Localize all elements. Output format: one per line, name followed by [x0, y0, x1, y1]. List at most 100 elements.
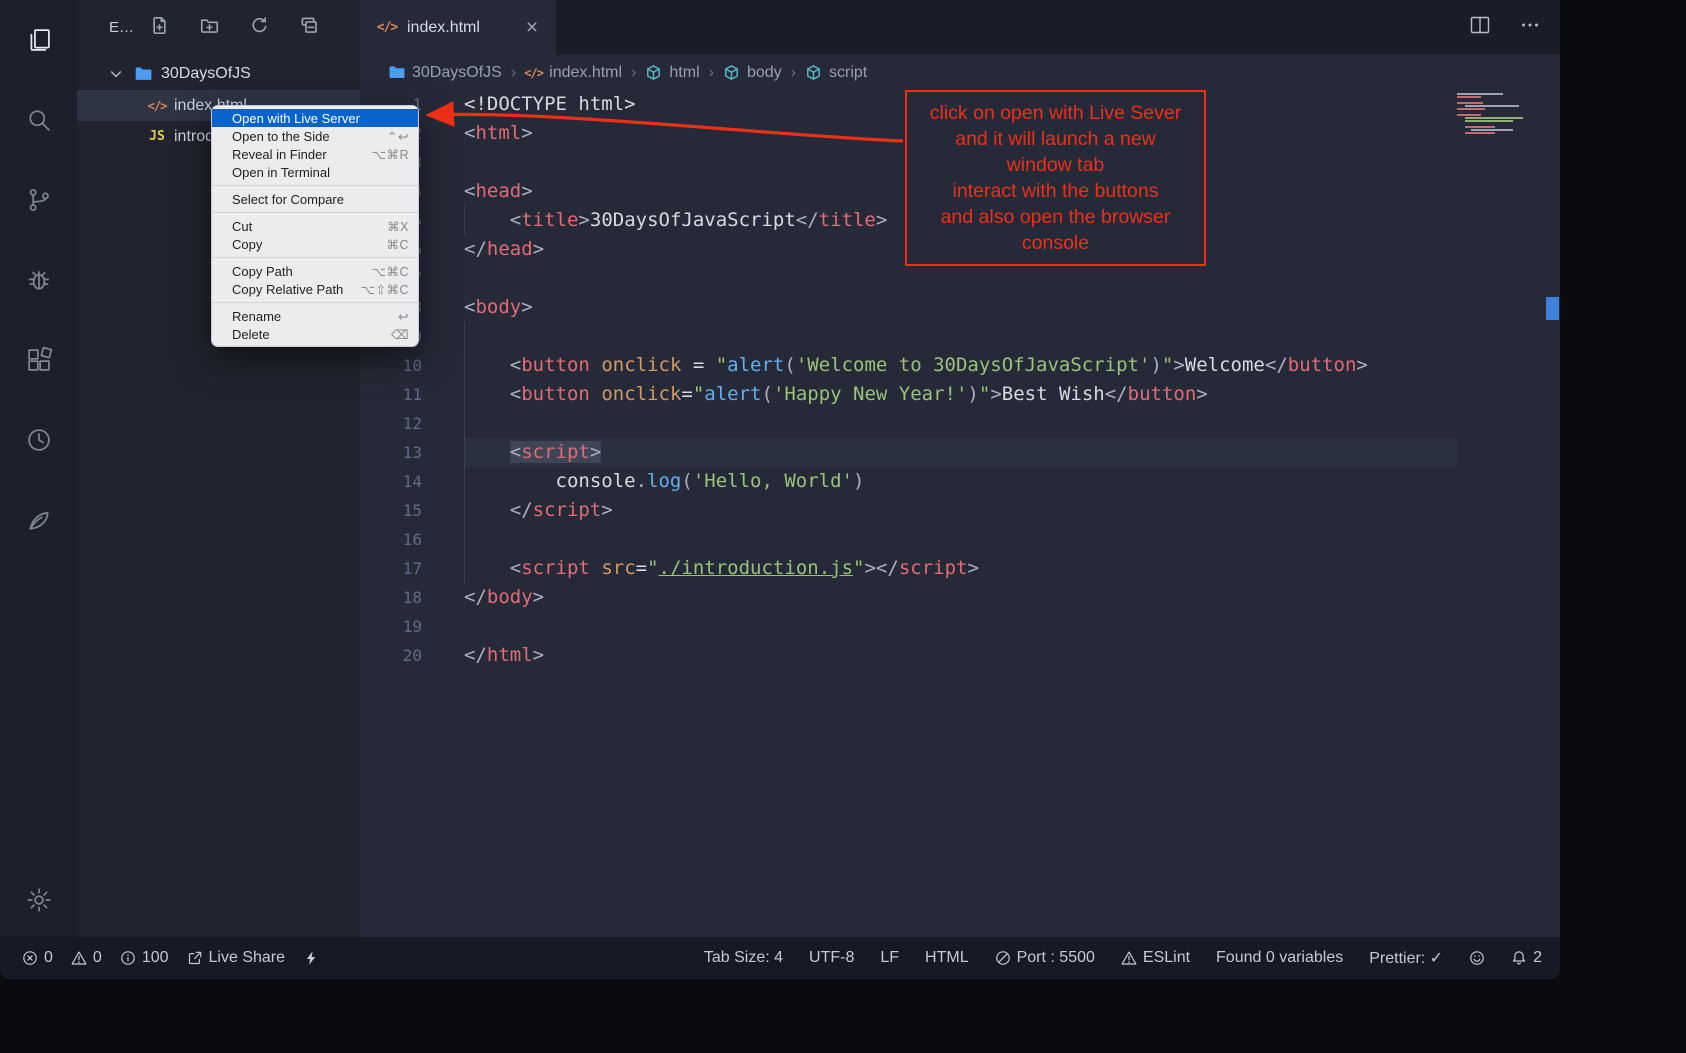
line-content: console.log('Hello, World')	[464, 467, 1457, 496]
status-warnings[interactable]: 0	[71, 949, 102, 967]
line-number: 11	[360, 380, 422, 409]
port-slash-icon	[995, 950, 1011, 966]
lightning-icon	[303, 950, 319, 966]
status-tab-size[interactable]: Tab Size: 4	[704, 949, 783, 967]
new-file-button[interactable]	[150, 16, 169, 40]
status-eol[interactable]: LF	[880, 949, 899, 967]
status-live-share[interactable]: Live Share	[187, 949, 286, 967]
menu-item-rename[interactable]: Rename↩	[212, 307, 418, 325]
new-file-icon	[150, 16, 169, 35]
sidebar-title: E…	[109, 19, 134, 36]
breadcrumb-item-script[interactable]: script	[805, 64, 867, 82]
status-quick-action[interactable]	[303, 950, 319, 966]
code-line-7[interactable]: 7	[360, 264, 1560, 293]
activity-item-explorer[interactable]	[15, 16, 63, 64]
more-actions-icon	[1518, 13, 1542, 37]
activity-item-extensions[interactable]	[15, 336, 63, 384]
activity-item-feedback[interactable]	[15, 496, 63, 544]
status-variables[interactable]: Found 0 variables	[1216, 949, 1343, 967]
activity-item-source-control[interactable]	[15, 176, 63, 224]
split-editor-button[interactable]	[1468, 13, 1492, 42]
tab-index-html[interactable]: </>index.html×	[360, 0, 556, 55]
code-line-9[interactable]: 9	[360, 322, 1560, 351]
context-menu: Open with Live ServerOpen to the Side⌃↩R…	[211, 105, 419, 347]
menu-item-copy-relative-path[interactable]: Copy Relative Path⌥⇧⌘C	[212, 280, 418, 298]
code-icon: </>	[525, 64, 542, 81]
breadcrumb-item-30daysofjs[interactable]: 30DaysOfJS	[388, 64, 502, 82]
status-eslint[interactable]: ESLint	[1121, 949, 1190, 967]
new-folder-button[interactable]	[200, 16, 219, 40]
search-icon	[25, 106, 53, 134]
menu-item-copy[interactable]: Copy⌘C	[212, 235, 418, 253]
menu-item-open-to-the-side[interactable]: Open to the Side⌃↩	[212, 127, 418, 145]
js-icon: JS	[149, 129, 165, 145]
line-number: 20	[360, 641, 422, 670]
menu-separator	[212, 185, 418, 186]
status-language[interactable]: HTML	[925, 949, 969, 967]
tab-bar: </>index.html×	[360, 0, 1560, 55]
activity-item-history[interactable]	[15, 416, 63, 464]
sidebar-actions	[150, 16, 319, 40]
activity-item-search[interactable]	[15, 96, 63, 144]
warning-icon	[1121, 950, 1137, 966]
line-content: </html>	[464, 641, 1457, 670]
breadcrumb-item-html[interactable]: html	[645, 64, 699, 82]
code-line-13[interactable]: 13 <script>	[360, 438, 1560, 467]
code-line-8[interactable]: 8<body>	[360, 293, 1560, 322]
menu-item-copy-path[interactable]: Copy Path⌥⌘C	[212, 262, 418, 280]
code-line-12[interactable]: 12	[360, 409, 1560, 438]
folder-icon	[134, 65, 152, 83]
menu-item-open-in-terminal[interactable]: Open in Terminal	[212, 163, 418, 181]
menu-item-open-with-live-server[interactable]: Open with Live Server	[212, 109, 418, 127]
status-notifications[interactable]: 2	[1511, 949, 1542, 967]
menu-item-cut[interactable]: Cut⌘X	[212, 217, 418, 235]
code-line-17[interactable]: 17 <script src="./introduction.js"></scr…	[360, 554, 1560, 583]
activity-item-settings[interactable]	[15, 876, 63, 924]
status-info[interactable]: 100	[120, 949, 169, 967]
line-content	[464, 264, 1457, 293]
tab-label: index.html	[407, 19, 512, 37]
symbol-cube-icon	[723, 64, 740, 81]
code-line-16[interactable]: 16	[360, 525, 1560, 554]
breadcrumb-separator: ›	[791, 64, 796, 82]
line-number: 12	[360, 409, 422, 438]
code-line-14[interactable]: 14 console.log('Hello, World')	[360, 467, 1560, 496]
files-icon	[25, 26, 53, 54]
line-number: 10	[360, 351, 422, 380]
line-content: <button onclick="alert('Happy New Year!'…	[464, 380, 1457, 409]
tree-item-root-folder[interactable]: 30DaysOfJS	[77, 57, 360, 90]
menu-item-select-for-compare[interactable]: Select for Compare	[212, 190, 418, 208]
pen-icon	[25, 506, 53, 534]
status-encoding[interactable]: UTF-8	[809, 949, 854, 967]
activity-bar	[0, 0, 77, 937]
chevron-down-icon	[107, 65, 125, 83]
status-feedback[interactable]	[1469, 950, 1485, 966]
breadcrumb-item-body[interactable]: body	[723, 64, 782, 82]
menu-item-delete[interactable]: Delete⌫	[212, 325, 418, 343]
status-errors[interactable]: 0	[22, 949, 53, 967]
collapse-folders-button[interactable]	[300, 16, 319, 40]
code-line-18[interactable]: 18</body>	[360, 583, 1560, 612]
code-line-15[interactable]: 15 </script>	[360, 496, 1560, 525]
menu-item-reveal-in-finder[interactable]: Reveal in Finder⌥⌘R	[212, 145, 418, 163]
tab-close-button[interactable]: ×	[522, 18, 542, 38]
sidebar-header: E…	[77, 0, 360, 55]
code-line-11[interactable]: 11 <button onclick="alert('Happy New Yea…	[360, 380, 1560, 409]
breadcrumb-separator: ›	[511, 64, 516, 82]
status-prettier[interactable]: Prettier: ✓	[1369, 948, 1443, 968]
info-icon	[120, 950, 136, 966]
breadcrumb-item-index-html[interactable]: </>index.html	[525, 64, 622, 82]
code-line-19[interactable]: 19	[360, 612, 1560, 641]
code-line-20[interactable]: 20 </html>	[360, 641, 1560, 670]
line-content	[464, 612, 1457, 641]
status-port[interactable]: Port : 5500	[995, 949, 1095, 967]
breadcrumb-separator: ›	[631, 64, 636, 82]
line-number: 14	[360, 467, 422, 496]
collapse-all-icon	[300, 16, 319, 35]
minimap[interactable]	[1457, 92, 1545, 134]
refresh-explorer-button[interactable]	[250, 16, 269, 40]
more-actions-button[interactable]	[1518, 13, 1542, 42]
code-line-10[interactable]: 10 <button onclick = "alert('Welcome to …	[360, 351, 1560, 380]
line-number: 16	[360, 525, 422, 554]
activity-item-run-debug[interactable]	[15, 256, 63, 304]
